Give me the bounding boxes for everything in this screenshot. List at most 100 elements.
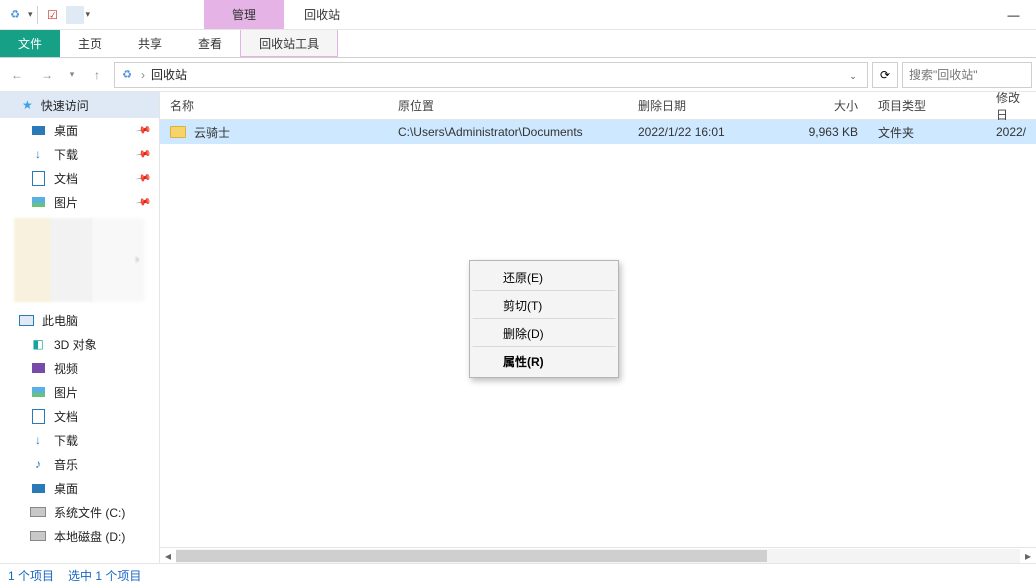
up-arrow-icon: ↑ <box>94 68 100 82</box>
body: ★ 快速访问 桌面📌下载📌文档📌图片📌 › 此电脑 3D 对象视频图片文档下载音… <box>0 92 1036 563</box>
nav-back-button[interactable]: ← <box>4 62 30 88</box>
sidebar-item-pic[interactable]: 图片 📌 <box>0 190 159 214</box>
scroll-left-button[interactable]: ◂ <box>160 549 176 563</box>
sidebar-item-label: 下载 <box>54 432 78 449</box>
status-selected-count: 选中 1 个项目 <box>68 567 141 584</box>
sidebar-item-本地磁盘 (D:)[interactable]: 本地磁盘 (D:) <box>0 524 159 548</box>
qat-new-button[interactable] <box>66 6 84 24</box>
address-dropdown-button[interactable]: ⌄ <box>843 68 863 82</box>
breadcrumb-separator[interactable]: › <box>141 68 145 82</box>
sidebar-item-label: 视频 <box>54 360 78 377</box>
sidebar-item-图片[interactable]: 图片 <box>0 380 159 404</box>
title-bar: ▾ ☑ ▾ 管理 回收站 — <box>0 0 1036 30</box>
pic-icon <box>30 384 46 400</box>
chevron-down-icon: ▾ <box>70 69 75 80</box>
refresh-icon: ⟳ <box>880 68 890 82</box>
col-size[interactable]: 大小 <box>784 97 868 114</box>
sidebar-item-label: 本地磁盘 (D:) <box>54 528 125 545</box>
file-list: 名称 原位置 删除日期 大小 项目类型 修改日 云骑士C:\Users\Admi… <box>160 92 1036 563</box>
pin-icon: 📌 <box>134 194 151 210</box>
table-row[interactable]: 云骑士C:\Users\Administrator\Documents2022/… <box>160 120 1036 144</box>
row-original-location: C:\Users\Administrator\Documents <box>388 125 628 139</box>
sidebar-item-label: 系统文件 (C:) <box>54 504 125 521</box>
drive-icon <box>30 528 46 544</box>
status-item-count: 1 个项目 <box>8 567 54 584</box>
cube-icon <box>30 336 46 352</box>
qat-dropdown-2-icon[interactable]: ▾ <box>86 9 91 20</box>
list-body[interactable]: 云骑士C:\Users\Administrator\Documents2022/… <box>160 120 1036 547</box>
tab-recycle-tools[interactable]: 回收站工具 <box>240 30 338 57</box>
sidebar-item-label: 文档 <box>54 408 78 425</box>
sidebar-item-label: 图片 <box>54 194 78 211</box>
sidebar-item-label: 音乐 <box>54 456 78 473</box>
minimize-icon: — <box>1008 8 1020 22</box>
tab-share[interactable]: 共享 <box>120 30 180 57</box>
nav-up-button[interactable]: ↑ <box>84 62 110 88</box>
qat-properties-button[interactable]: ☑ <box>42 4 64 26</box>
column-headers: 名称 原位置 删除日期 大小 项目类型 修改日 <box>160 92 1036 120</box>
doc-icon <box>30 170 46 186</box>
nav-forward-button[interactable]: → <box>34 62 60 88</box>
nav-recent-button[interactable]: ▾ <box>64 62 80 88</box>
col-item-type[interactable]: 项目类型 <box>868 97 986 114</box>
checkbox-icon: ☑ <box>47 8 58 22</box>
address-location-icon <box>119 67 135 83</box>
sidebar-this-pc[interactable]: 此电脑 <box>0 308 159 332</box>
recycle-icon <box>119 67 135 83</box>
minimize-button[interactable]: — <box>991 0 1036 29</box>
context-menu-item[interactable]: 剪切(T) <box>472 291 616 319</box>
sidebar-item-doc[interactable]: 文档📌 <box>0 166 159 190</box>
music-icon <box>30 456 46 472</box>
context-menu-item[interactable]: 删除(D) <box>472 319 616 347</box>
download-icon <box>30 432 46 448</box>
sidebar-item-音乐[interactable]: 音乐 <box>0 452 159 476</box>
qat-dropdown-icon[interactable]: ▾ <box>28 9 33 20</box>
sidebar-item-3D 对象[interactable]: 3D 对象 <box>0 332 159 356</box>
sidebar-item-桌面[interactable]: 桌面 <box>0 476 159 500</box>
pin-icon: 📌 <box>134 146 151 162</box>
col-date-deleted[interactable]: 删除日期 <box>628 97 784 114</box>
sidebar-item-系统文件 (C:)[interactable]: 系统文件 (C:) <box>0 500 159 524</box>
tab-home[interactable]: 主页 <box>60 30 120 57</box>
sidebar-item-文档[interactable]: 文档 <box>0 404 159 428</box>
qat-app-icon[interactable] <box>4 4 26 26</box>
col-original-location[interactable]: 原位置 <box>388 97 628 114</box>
sidebar-quick-access[interactable]: ★ 快速访问 <box>0 92 159 118</box>
forward-arrow-icon: → <box>41 68 53 82</box>
desktop-icon <box>30 122 46 138</box>
pin-icon: 📌 <box>134 122 151 138</box>
search-box[interactable] <box>902 62 1032 88</box>
back-arrow-icon: ← <box>11 68 23 82</box>
address-bar[interactable]: › 回收站 ⌄ <box>114 62 868 88</box>
scroll-track[interactable] <box>176 549 1020 563</box>
sidebar-item-desktop[interactable]: 桌面📌 <box>0 118 159 142</box>
breadcrumb-segment[interactable]: 回收站 <box>151 66 187 83</box>
doc-icon <box>30 408 46 424</box>
pin-icon: 📌 <box>134 170 151 186</box>
search-input[interactable] <box>909 68 1025 82</box>
scroll-right-button[interactable]: ▸ <box>1020 549 1036 563</box>
row-size: 9,963 KB <box>784 125 868 139</box>
horizontal-scrollbar[interactable]: ◂ ▸ <box>160 547 1036 563</box>
sidebar-item-下载[interactable]: 下载 <box>0 428 159 452</box>
context-menu: 还原(E)剪切(T)删除(D)属性(R) <box>469 260 619 378</box>
row-type: 文件夹 <box>868 124 986 141</box>
sidebar-item-视频[interactable]: 视频 <box>0 356 159 380</box>
desktop-icon <box>30 480 46 496</box>
sidebar-item-label: 3D 对象 <box>54 336 97 353</box>
col-name[interactable]: 名称 <box>160 97 388 114</box>
tab-file[interactable]: 文件 <box>0 30 60 57</box>
context-menu-item[interactable]: 还原(E) <box>472 263 616 291</box>
window-title: 回收站 <box>284 0 991 29</box>
chevron-down-icon: ⌄ <box>849 71 857 81</box>
recycle-icon <box>7 7 23 23</box>
context-menu-item[interactable]: 属性(R) <box>472 347 616 375</box>
col-date-modified[interactable]: 修改日 <box>986 89 1036 123</box>
tab-view[interactable]: 查看 <box>180 30 240 57</box>
sidebar-item-download[interactable]: 下载 📌 <box>0 142 159 166</box>
sidebar-item-label: 此电脑 <box>42 312 78 329</box>
scroll-thumb[interactable] <box>176 550 767 562</box>
video-icon <box>30 360 46 376</box>
sidebar-item-label: 下载 <box>54 146 78 163</box>
refresh-button[interactable]: ⟳ <box>872 62 898 88</box>
